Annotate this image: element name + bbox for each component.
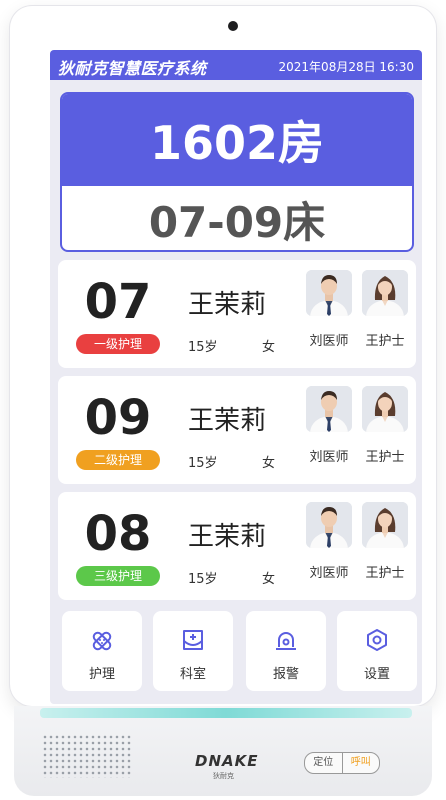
nurse-avatar bbox=[362, 270, 408, 316]
patient-name: 王茉莉 bbox=[188, 522, 267, 552]
app-title: 狄耐克智慧医疗系统 bbox=[58, 59, 207, 78]
patient-age: 15岁 bbox=[188, 456, 218, 471]
nurse-avatar bbox=[362, 502, 408, 548]
doctor[interactable]: 刘医师 bbox=[304, 386, 354, 465]
nav-nursing-button[interactable]: 护理 bbox=[62, 611, 142, 691]
bed-number: 09 bbox=[84, 390, 152, 446]
nav-department-label: 科室 bbox=[179, 667, 206, 682]
doctor-label: 刘医师 bbox=[309, 566, 349, 581]
call-button[interactable]: 呼叫 bbox=[343, 753, 380, 773]
doctor-label: 刘医师 bbox=[309, 450, 349, 465]
locate-button[interactable]: 定位 bbox=[305, 753, 343, 773]
doctor[interactable]: 刘医师 bbox=[304, 270, 354, 349]
nurse[interactable]: 王护士 bbox=[360, 270, 410, 349]
doctor-avatar bbox=[306, 386, 352, 432]
nurse-label: 王护士 bbox=[365, 450, 405, 465]
nav-nursing-label: 护理 bbox=[88, 667, 115, 682]
settings-icon bbox=[367, 629, 387, 651]
nav-settings-label: 设置 bbox=[363, 667, 390, 682]
bed-range: 07-09床 bbox=[148, 197, 326, 247]
department-icon bbox=[183, 630, 203, 650]
doctor-avatar bbox=[306, 270, 352, 316]
care-level-badge: 二级护理 bbox=[76, 450, 160, 470]
patient-name: 王茉莉 bbox=[188, 406, 267, 436]
hardware-buttons: 定位 呼叫 bbox=[304, 752, 380, 774]
bed-number: 07 bbox=[84, 274, 152, 330]
nurse[interactable]: 王护士 bbox=[360, 386, 410, 465]
nurse-label: 王护士 bbox=[365, 566, 405, 581]
nursing-icon bbox=[92, 631, 112, 651]
patient-sex: 女 bbox=[262, 572, 276, 587]
patient-sex: 女 bbox=[262, 456, 276, 471]
nav-alarm-label: 报警 bbox=[272, 667, 299, 682]
care-level-badge: 一级护理 bbox=[76, 334, 160, 354]
nurse[interactable]: 王护士 bbox=[360, 502, 410, 581]
room-card: 1602房 07-09床 bbox=[60, 92, 414, 252]
camera-icon bbox=[228, 21, 238, 31]
speaker-grille bbox=[42, 734, 132, 778]
brand-logo: DNAKE bbox=[195, 752, 259, 770]
nurse-avatar bbox=[362, 386, 408, 432]
patient-age: 15岁 bbox=[188, 572, 218, 587]
nav-settings-button[interactable]: 设置 bbox=[337, 611, 417, 691]
doctor-label: 刘医师 bbox=[309, 334, 349, 349]
doctor-avatar bbox=[306, 502, 352, 548]
patient-card[interactable]: 07 一级护理 王茉莉 15岁 女 刘医师 王护士 bbox=[58, 260, 416, 368]
screen: 狄耐克智慧医疗系统 2021年08月28日 16:30 1602房 07-09床… bbox=[50, 50, 422, 704]
patient-age: 15岁 bbox=[188, 340, 218, 355]
light-strip bbox=[40, 708, 412, 718]
doctor[interactable]: 刘医师 bbox=[304, 502, 354, 581]
nav-alarm-button[interactable]: 报警 bbox=[246, 611, 326, 691]
alarm-icon bbox=[276, 632, 296, 650]
patient-card[interactable]: 08 三级护理 王茉莉 15岁 女 刘医师 王护士 bbox=[58, 492, 416, 600]
bed-number: 08 bbox=[84, 506, 152, 562]
patient-sex: 女 bbox=[262, 340, 276, 355]
nurse-label: 王护士 bbox=[365, 334, 405, 349]
care-level-badge: 三级护理 bbox=[76, 566, 160, 586]
nav-department-button[interactable]: 科室 bbox=[153, 611, 233, 691]
patient-card[interactable]: 09 二级护理 王茉莉 15岁 女 刘医师 王护士 bbox=[58, 376, 416, 484]
datetime: 2021年08月28日 16:30 bbox=[278, 60, 414, 74]
status-bar: 狄耐克智慧医疗系统 2021年08月28日 16:30 bbox=[50, 50, 422, 80]
device-frame: 狄耐克智慧医疗系统 2021年08月28日 16:30 1602房 07-09床… bbox=[10, 6, 436, 706]
patient-name: 王茉莉 bbox=[188, 290, 267, 320]
brand-sub-logo: 狄耐克 bbox=[213, 772, 234, 780]
room-number: 1602房 bbox=[62, 94, 412, 186]
